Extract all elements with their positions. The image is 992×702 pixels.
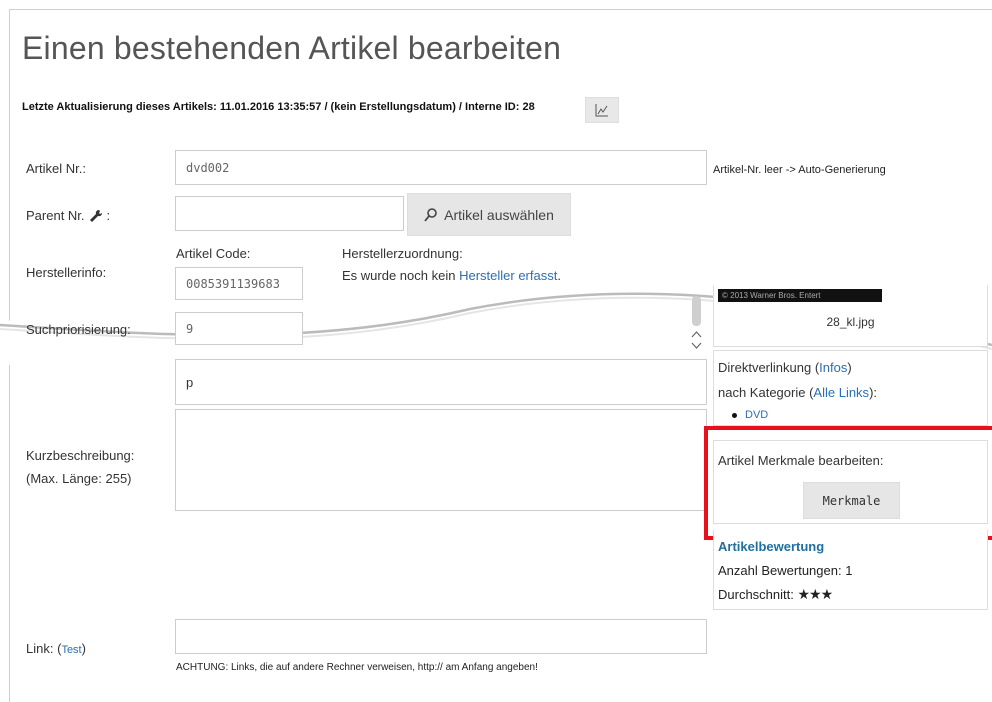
link-test[interactable]: Test	[61, 644, 81, 656]
select-article-button[interactable]: Artikel auswählen	[407, 193, 571, 236]
link-input[interactable]	[175, 619, 707, 654]
chevron-down-icon[interactable]	[691, 342, 702, 350]
parent-nr-input[interactable]	[175, 196, 404, 231]
herstellerinfo-label: Herstellerinfo:	[26, 265, 107, 280]
chart-button[interactable]	[585, 97, 619, 123]
category-item: DVD	[732, 409, 768, 421]
link-paren-close: )	[81, 641, 86, 656]
bewertung-panel: Artikelbewertung Anzahl Bewertungen: 1 D…	[713, 530, 988, 610]
hersteller-text-prefix: Es wurde noch kein	[342, 268, 456, 283]
scrollbar[interactable]	[690, 296, 703, 356]
chevron-up-icon[interactable]	[691, 330, 702, 338]
parent-nr-label: Parent Nr.	[26, 208, 85, 223]
infos-link[interactable]: Infos	[819, 360, 847, 375]
kurzbeschreibung-sublabel: (Max. Länge: 255)	[26, 471, 132, 486]
search-icon	[424, 207, 437, 222]
direktverlinkung-panel: Direktverlinkung (Infos) nach Kategorie …	[713, 350, 988, 426]
select-article-label: Artikel auswählen	[444, 206, 554, 223]
link-label: Link:	[26, 641, 54, 656]
suchpriorisierung-label: Suchpriorisierung:	[26, 322, 131, 337]
article-meta: Letzte Aktualisierung dieses Artikels: 1…	[22, 101, 535, 113]
image-filename: 28_kl.jpg	[826, 315, 875, 329]
category-dvd-link[interactable]: DVD	[745, 409, 768, 421]
bullet-icon	[732, 412, 737, 418]
paren-close: )	[847, 360, 852, 375]
nach-kategorie-row: nach Kategorie (Alle Links):	[718, 385, 877, 400]
parent-nr-colon: :	[106, 208, 111, 223]
parent-nr-label-group: Parent Nr. :	[26, 208, 110, 223]
suchpriorisierung-input[interactable]: 9	[175, 312, 303, 345]
chart-icon	[595, 104, 608, 117]
bewertung-heading[interactable]: Artikelbewertung	[718, 539, 824, 554]
paren-close-colon: ):	[869, 385, 878, 400]
hersteller-link[interactable]: Hersteller erfasst	[459, 268, 557, 283]
link-warning: ACHTUNG: Links, die auf andere Rechner v…	[176, 662, 538, 673]
herstellerzuordnung-label: Herstellerzuordnung:	[342, 246, 463, 261]
kurzbeschreibung-textarea[interactable]	[175, 409, 707, 511]
artikel-nr-hint: Artikel-Nr. leer -> Auto-Generierung	[713, 164, 886, 176]
durchschnitt-label: Durchschnitt:	[718, 587, 794, 602]
anzahl-bewertungen: Anzahl Bewertungen: 1	[718, 563, 853, 578]
artikel-nr-label: Artikel Nr.:	[26, 161, 86, 176]
highlight-box	[704, 426, 992, 540]
page-title: Einen bestehenden Artikel bearbeiten	[22, 30, 562, 66]
rating-stars: ★★★	[797, 586, 834, 602]
kurzbeschreibung-label: Kurzbeschreibung:	[26, 448, 135, 463]
direktverlinkung-row: Direktverlinkung (Infos)	[718, 360, 852, 375]
direktverlinkung-label: Direktverlinkung	[718, 360, 812, 375]
image-panel: © 2013 Warner Bros. Entert 28_kl.jpg	[713, 285, 988, 347]
description-textarea[interactable]: p	[175, 359, 707, 405]
hersteller-text-suffix: .	[557, 268, 561, 283]
image-copyright-strip[interactable]: © 2013 Warner Bros. Entert	[718, 289, 882, 302]
artikel-code-label: Artikel Code:	[176, 246, 251, 261]
nach-kategorie-label: nach Kategorie	[718, 385, 806, 400]
link-label-group: Link: (Test)	[26, 641, 86, 656]
scrollbar-thumb[interactable]	[692, 296, 701, 326]
hersteller-status: Es wurde noch kein Hersteller erfasst.	[342, 268, 561, 283]
durchschnitt-row: Durchschnitt: ★★★	[718, 586, 834, 603]
wrench-icon	[89, 209, 102, 222]
alle-links-link[interactable]: Alle Links	[813, 385, 869, 400]
artikel-nr-input[interactable]: dvd002	[175, 150, 707, 185]
